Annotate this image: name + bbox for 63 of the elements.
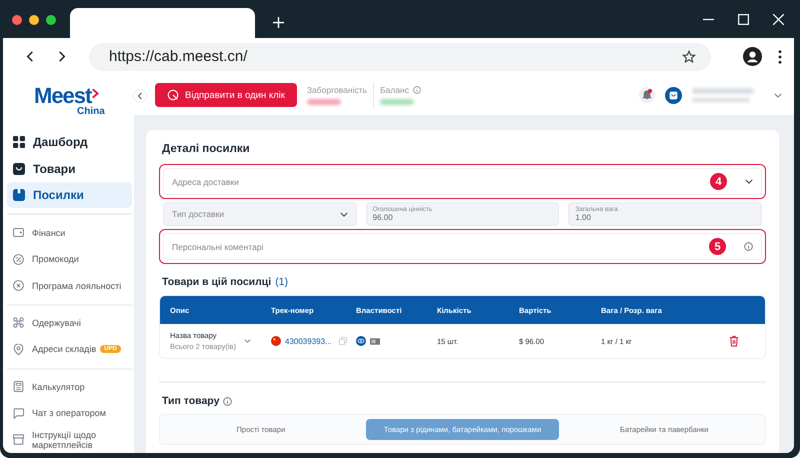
bookmark-star-icon[interactable] (682, 50, 696, 64)
store-icon (13, 434, 24, 446)
logo-subtitle: China (77, 107, 105, 117)
sidebar-item[interactable]: Інструкції щодо маркетплейсів (7, 426, 132, 453)
arrow-logo-icon (92, 88, 100, 98)
sidebar-item[interactable]: Програма лояльності (7, 272, 132, 299)
redacted-value (380, 99, 414, 105)
bell-icon (642, 90, 652, 100)
wallet-icon (13, 227, 24, 238)
callout-number: 5 (709, 238, 726, 255)
sidebar-item[interactable]: Одержувачі (7, 310, 132, 336)
section-title: Деталі посилки (162, 143, 251, 155)
redacted-value (692, 88, 754, 94)
chevron-down-icon (340, 212, 348, 216)
debt-label: Заборгованість (306, 85, 368, 95)
item-count: (1) (275, 276, 288, 288)
chevron-down-icon[interactable] (244, 339, 251, 343)
sidebar-item[interactable]: Калькулятор (7, 374, 132, 400)
section-title: Товари в цій посилці (162, 276, 272, 288)
chevron-left-icon (137, 92, 143, 100)
location-pin-icon (13, 344, 24, 355)
percent-icon (13, 254, 24, 265)
avatar-icon[interactable] (665, 86, 682, 104)
zoom-window-dot[interactable] (46, 15, 56, 25)
section-title: Тип товару (162, 395, 220, 407)
chevron-down-icon[interactable] (774, 92, 782, 98)
recipients-icon (13, 317, 24, 328)
eye-icon (356, 336, 366, 346)
chat-icon (13, 408, 24, 419)
close-icon[interactable] (773, 14, 784, 25)
info-icon (744, 242, 753, 251)
redacted-value (306, 99, 341, 105)
address-dropdown[interactable]: Адреса доставки 4 (163, 168, 762, 195)
sidebar-item[interactable]: Дашборд (7, 129, 132, 156)
logo-wordmark: Meest (34, 85, 92, 107)
notifications-button[interactable] (639, 87, 655, 103)
info-icon (223, 396, 232, 406)
bag-icon (13, 162, 25, 175)
close-window-dot[interactable] (12, 15, 22, 25)
sidebar-item[interactable]: Промокоди (7, 246, 132, 272)
more-icon[interactable] (778, 50, 782, 64)
parcel-icon (13, 189, 25, 202)
sidebar-item[interactable]: Товари (7, 155, 132, 182)
calculator-icon (13, 381, 24, 392)
chevron-down-icon (745, 179, 753, 184)
flag-icon (271, 336, 281, 346)
profile-icon[interactable] (743, 47, 762, 66)
callout-number: 4 (710, 173, 727, 190)
sidebar-item[interactable]: Посилки (7, 182, 132, 208)
maximize-icon[interactable] (738, 14, 749, 25)
comments-field[interactable]: Персональні коментарі 5 (163, 233, 762, 260)
minimize-window-dot[interactable] (29, 15, 39, 25)
sidebar-item[interactable]: Фінанси (7, 219, 132, 246)
sidebar-item[interactable]: Чат з оператором (7, 400, 132, 427)
tracking-link[interactable]: 430039393... (285, 336, 332, 346)
delete-icon[interactable] (729, 335, 739, 347)
info-icon (413, 86, 421, 94)
balance-label: Баланс (380, 85, 409, 95)
address-bar[interactable]: https://cab.meest.cn/ (89, 42, 711, 70)
dashboard-icon (13, 136, 25, 148)
new-tab-icon[interactable] (273, 17, 284, 28)
send-button[interactable]: Відправити в один клік (155, 83, 297, 107)
collapse-sidebar-button[interactable] (133, 89, 147, 103)
